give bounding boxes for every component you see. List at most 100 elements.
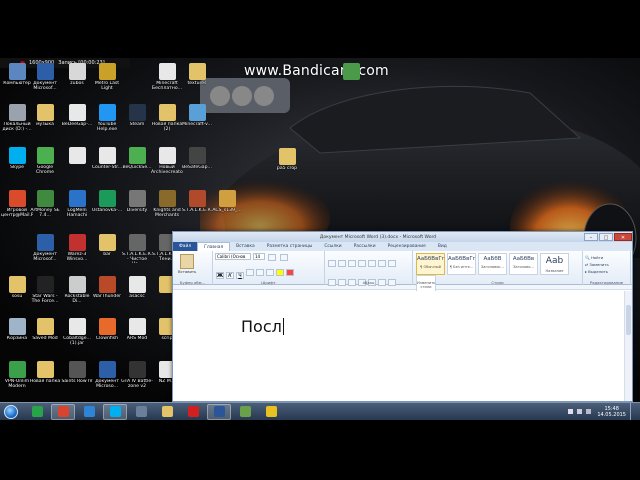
numbering-button[interactable] (338, 260, 346, 267)
word-window[interactable]: Документ Microsoft Word (3).docx - Micro… (172, 231, 633, 402)
desktop-icon[interactable]: Ustanovka-... (92, 190, 122, 228)
desktop-icon[interactable]: Google Chrome (30, 147, 60, 185)
superscript-button[interactable] (266, 269, 274, 276)
desktop-icon[interactable]: bar (92, 234, 122, 272)
desktop-icon[interactable]: textures (182, 63, 212, 101)
desktop-icon[interactable]: ARS Mod (122, 318, 152, 356)
font-color-button[interactable] (286, 269, 294, 276)
highlight-button[interactable] (276, 269, 284, 276)
radiation-taskbar-icon[interactable] (259, 404, 283, 420)
desktop-icon[interactable]: pa5 crop (272, 148, 302, 186)
desktop-icon[interactable]: LogMeIn Hamachi (62, 190, 92, 228)
increase-indent-button[interactable] (368, 260, 376, 267)
steam-taskbar-icon[interactable] (25, 404, 49, 420)
sort-button[interactable] (378, 260, 386, 267)
minimize-button[interactable]: – (584, 233, 598, 241)
style-gallery-item[interactable]: АаБбВвГг ¶ Обычный (416, 253, 445, 275)
desktop-icon[interactable]: Knights and Merchants (152, 190, 182, 228)
desktop-icon[interactable]: Diversity (122, 190, 152, 228)
desktop-icon[interactable]: S.T.A.L.K.E.R. (182, 190, 212, 228)
desktop-icon[interactable]: Компьютер (2, 63, 32, 101)
vertical-scrollbar[interactable] (624, 291, 632, 401)
desktop-icon[interactable]: Minecraft Бесплатно... (152, 63, 182, 101)
italic-button[interactable]: К (226, 272, 234, 279)
desktop-icon[interactable]: GTA IV Battle-zone v2 (121, 361, 153, 399)
bold-button[interactable]: Ж (216, 272, 224, 279)
chrome-taskbar-icon[interactable] (51, 403, 75, 420)
word-taskbar-icon[interactable] (207, 403, 231, 420)
folder-taskbar-icon[interactable] (155, 404, 179, 420)
word-titlebar[interactable]: Документ Microsoft Word (3).docx - Micro… (173, 232, 632, 242)
select-button[interactable]: ▸ Выделить (585, 269, 628, 274)
paste-icon[interactable] (180, 254, 194, 269)
font-name-select[interactable]: Calibri (Основ (215, 253, 251, 260)
subscript-button[interactable] (256, 269, 264, 276)
explorer-taskbar-icon[interactable] (77, 404, 101, 420)
desktop-icon[interactable]: Clownfish (92, 318, 122, 356)
game-taskbar-icon[interactable] (129, 404, 153, 420)
ribbon-tab[interactable]: Вставка (230, 242, 261, 251)
style-gallery-item[interactable]: АаБбВ Заголовок... (478, 253, 507, 275)
desktop-icon[interactable]: Saints Row IV (61, 361, 93, 399)
desktop-icon[interactable]: Документ Microso... (92, 361, 122, 399)
desktop-icon[interactable]: Minecraft-v... (182, 104, 212, 142)
media-taskbar-icon[interactable] (233, 404, 257, 420)
document-page[interactable]: Посл (173, 291, 632, 401)
decrease-indent-button[interactable] (358, 260, 366, 267)
underline-button[interactable]: Ч (236, 272, 244, 279)
desktop-icon[interactable]: Metro Last Light (92, 63, 122, 101)
style-gallery-item[interactable]: Aab Название (540, 253, 569, 275)
desktop-icon[interactable]: Новый Archivecreator (151, 147, 183, 185)
close-button[interactable]: ✕ (614, 233, 632, 241)
scrollbar-thumb[interactable] (626, 305, 631, 335)
show-desktop-button[interactable] (630, 402, 636, 421)
flag-icon[interactable] (568, 409, 574, 414)
record-taskbar-icon[interactable] (181, 404, 205, 420)
ribbon-tab[interactable]: Вид (432, 242, 453, 251)
ribbon-tab[interactable]: Рассылки (348, 242, 382, 251)
bullets-button[interactable] (328, 260, 336, 267)
desktop-icon[interactable]: Игровой центр@Mail.Ru (1, 190, 33, 228)
ribbon-tab[interactable]: Файл (173, 242, 198, 251)
font-size-select[interactable]: 14 (253, 253, 265, 260)
desktop-icon[interactable]: Rockstable Di... (62, 276, 92, 314)
desktop-icon[interactable]: Документ Microsof... (30, 63, 60, 101)
desktop-icon[interactable]: Steam (122, 104, 152, 142)
desktop-icon[interactable]: Skype (2, 147, 32, 185)
show-marks-button[interactable] (388, 260, 396, 267)
ribbon-tab[interactable]: Ссылки (318, 242, 347, 251)
desktop-icon[interactable] (336, 63, 366, 101)
desktop-icon[interactable]: sosu (2, 276, 32, 314)
start-button[interactable] (0, 403, 22, 420)
style-gallery-item[interactable]: АаБбВвГг ¶ Без инте... (447, 253, 476, 275)
desktop-icon[interactable]: BeQuickSe... (122, 147, 152, 185)
shrink-font-button[interactable] (280, 254, 288, 261)
ribbon-tab[interactable]: Рецензирование (382, 242, 432, 251)
desktop-icon[interactable]: ACS_s139_... (212, 190, 242, 228)
style-gallery-item[interactable]: АаБбВв Заголово... (509, 253, 538, 275)
desktop-icon[interactable]: Документ Microsof... (30, 234, 60, 272)
replace-button[interactable]: ⇄ Заменить (585, 262, 628, 267)
volume-icon[interactable] (586, 409, 592, 414)
desktop-icon[interactable]: ArtMoney SE 7.4... (30, 190, 60, 228)
find-button[interactable]: 🔍 Найти (585, 255, 628, 260)
desktop-icon[interactable]: Корзина (2, 318, 32, 356)
desktop-icon[interactable]: BeSafeGap... (182, 147, 212, 185)
desktop-icon[interactable]: S.T.A.L.K.E.R. - Чистое Не... (122, 234, 152, 272)
strikethrough-button[interactable] (246, 269, 254, 276)
desktop-icon[interactable]: Cobaltdge... (1).jar (62, 318, 92, 356)
ribbon-tab[interactable]: Главная (197, 242, 231, 251)
document-text-line[interactable]: Посл (241, 317, 284, 336)
desktop-icon[interactable]: Counter-Str... (92, 147, 122, 185)
desktop-icon[interactable] (62, 147, 92, 185)
desktop-icon[interactable]: BeDeeGap-... (62, 104, 92, 142)
grow-font-button[interactable] (268, 254, 276, 261)
skype-taskbar-icon[interactable] (103, 403, 127, 420)
desktop-icon[interactable]: Локальный диск (D:) -... (2, 104, 32, 142)
desktop-icon[interactable]: zubos (62, 63, 92, 101)
multilevel-button[interactable] (348, 260, 356, 267)
desktop-icon[interactable]: музыка (30, 104, 60, 142)
desktop-icon[interactable]: asacsc (122, 276, 152, 314)
desktop-icon[interactable]: Saved Mod (30, 318, 60, 356)
desktop-icon[interactable]: Warez-3 Winsvo... (62, 234, 92, 272)
